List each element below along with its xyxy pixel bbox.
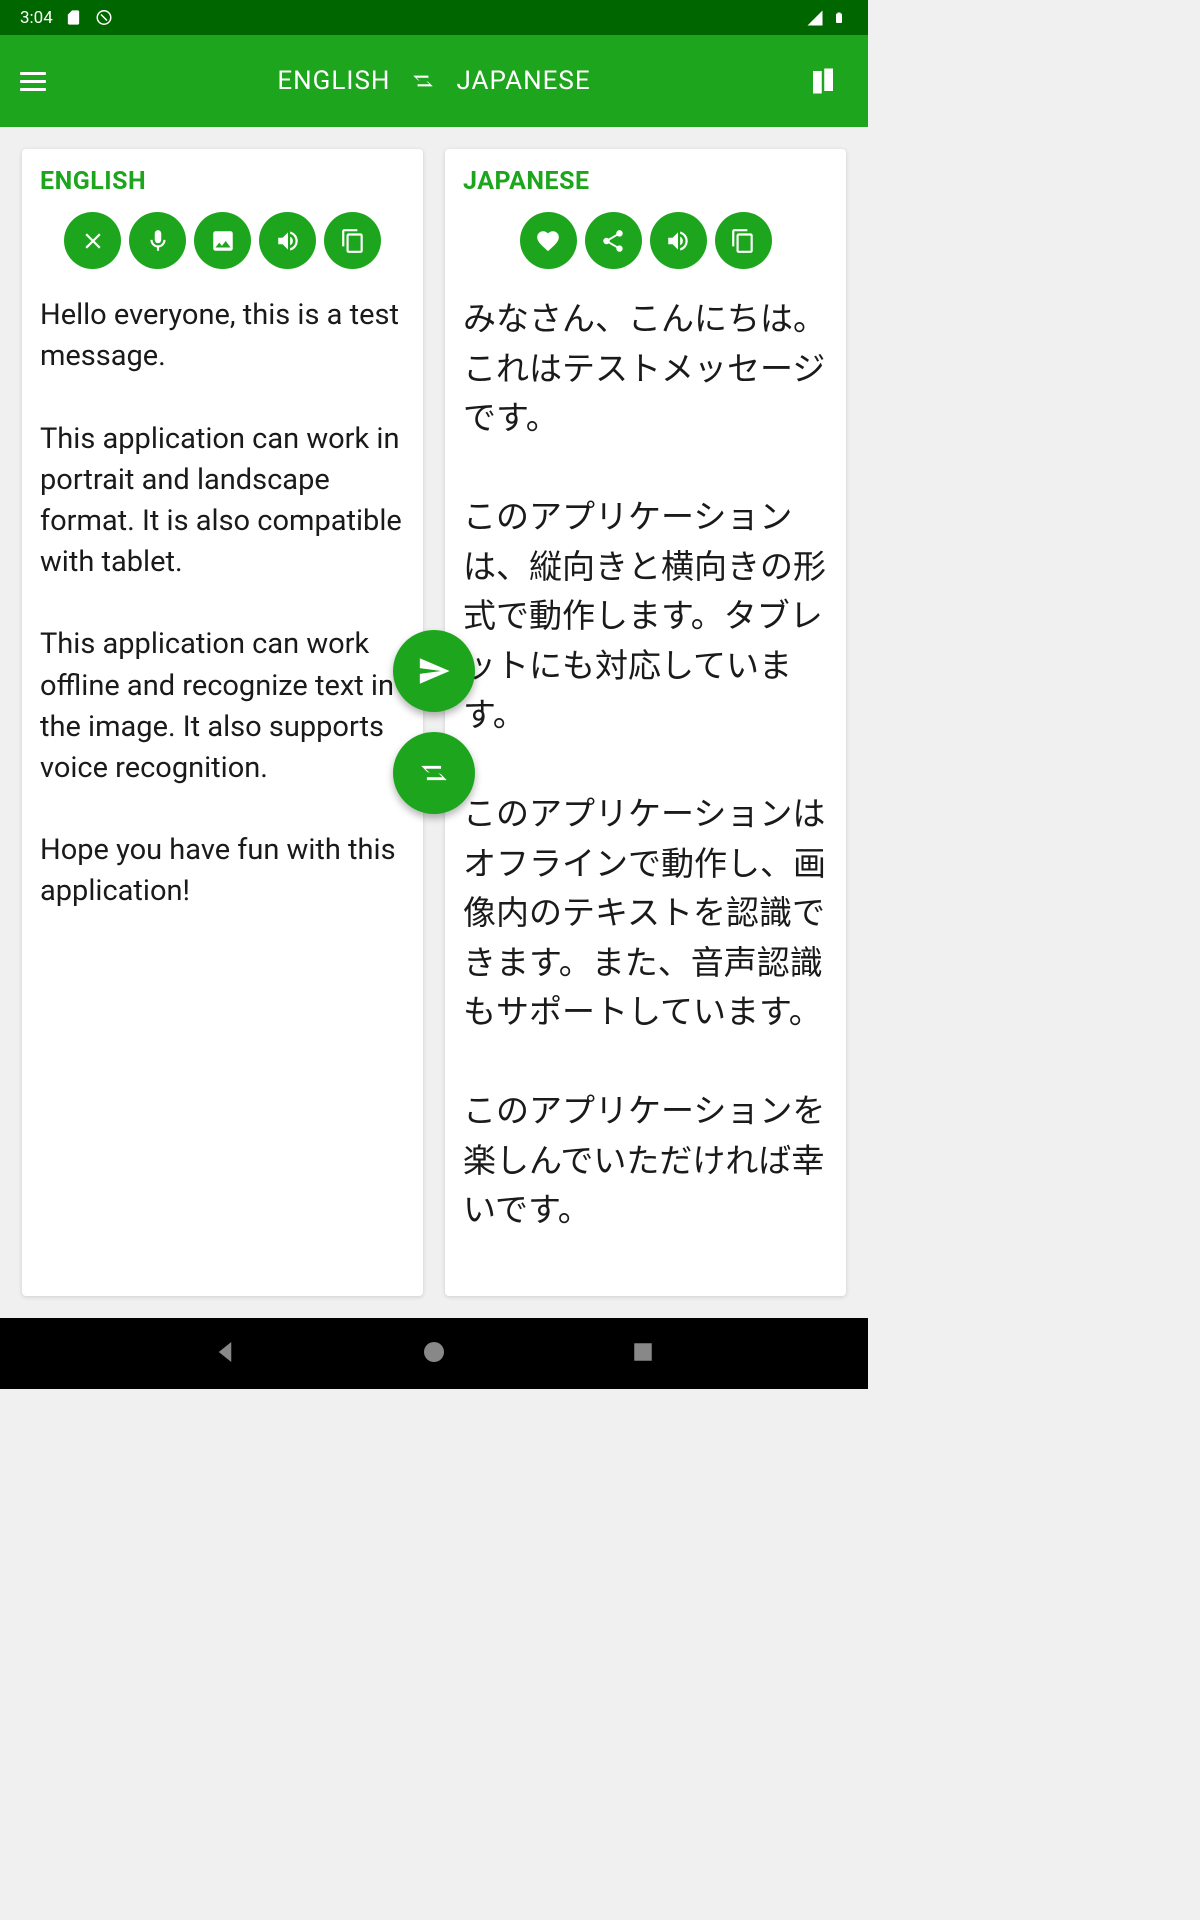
target-language-label[interactable]: JAPANESE	[456, 66, 590, 96]
battery-icon	[830, 9, 848, 27]
back-button[interactable]	[210, 1337, 240, 1371]
target-button-row	[463, 212, 828, 269]
source-text[interactable]: Hello everyone, this is a test message. …	[40, 295, 405, 913]
app-bar: ENGLISH JAPANESE	[0, 35, 868, 127]
target-card: JAPANESE みなさん、こんにちは。これはテストメッセージです。 このアプリ…	[445, 149, 846, 1296]
recent-apps-button[interactable]	[628, 1337, 658, 1371]
translate-button[interactable]	[393, 630, 475, 712]
status-time: 3:04	[20, 8, 53, 28]
source-card: ENGLISH Hello everyone, this is a test m…	[22, 149, 423, 1296]
swap-icon[interactable]	[410, 68, 436, 94]
clear-button[interactable]	[64, 212, 121, 269]
speak-target-button[interactable]	[650, 212, 707, 269]
swap-languages-button[interactable]	[393, 732, 475, 814]
target-text: みなさん、こんにちは。これはテストメッセージです。 このアプリケーションは、縦向…	[463, 295, 828, 1236]
source-card-title: ENGLISH	[40, 167, 405, 196]
source-button-row	[40, 212, 405, 269]
target-card-title: JAPANESE	[463, 167, 828, 196]
fab-container	[393, 630, 475, 814]
language-selector: ENGLISH JAPANESE	[70, 66, 798, 96]
favorite-button[interactable]	[520, 212, 577, 269]
home-button[interactable]	[419, 1337, 449, 1371]
sd-card-icon	[65, 9, 83, 27]
status-right	[806, 9, 848, 27]
status-bar: 3:04	[0, 0, 868, 35]
image-button[interactable]	[194, 212, 251, 269]
speak-source-button[interactable]	[259, 212, 316, 269]
copy-target-button[interactable]	[715, 212, 772, 269]
copy-source-button[interactable]	[324, 212, 381, 269]
no-sync-icon	[95, 9, 113, 27]
source-language-label[interactable]: ENGLISH	[277, 66, 390, 96]
status-left: 3:04	[20, 8, 113, 28]
navigation-bar	[0, 1318, 868, 1389]
share-button[interactable]	[585, 212, 642, 269]
menu-button[interactable]	[20, 72, 70, 91]
microphone-button[interactable]	[129, 212, 186, 269]
signal-icon	[806, 9, 824, 27]
app-logo-icon[interactable]	[798, 66, 848, 96]
